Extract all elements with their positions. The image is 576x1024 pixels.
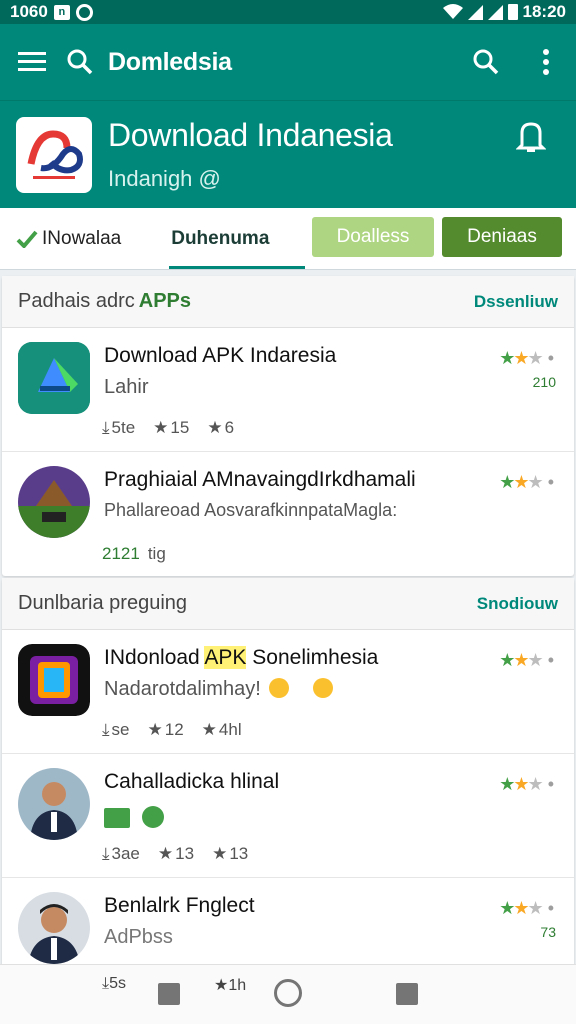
bell-icon[interactable] bbox=[515, 121, 547, 158]
app-header: Download Indanesia Indanigh @ bbox=[0, 100, 576, 208]
signal-icon bbox=[467, 4, 483, 20]
rating-stars: ★★★ • bbox=[499, 650, 554, 670]
star-icon: ★ bbox=[157, 844, 174, 863]
list-item[interactable]: Praghiaial AMnavaingdIrkdhamali Phallare… bbox=[2, 452, 574, 576]
menu-icon[interactable] bbox=[8, 38, 56, 86]
avatar bbox=[18, 892, 90, 964]
app-thumbnail bbox=[18, 466, 90, 538]
app-icon bbox=[18, 342, 90, 414]
item-meta: 2121 tig bbox=[102, 544, 166, 563]
star-icon: ★ bbox=[207, 418, 223, 437]
rating-count: 210 bbox=[532, 374, 556, 390]
rating-stars: ★★★ • bbox=[499, 348, 554, 368]
search-icon[interactable] bbox=[56, 38, 104, 86]
rating-stars: ★★★ • bbox=[499, 898, 554, 918]
star-icon: ★ bbox=[201, 720, 217, 739]
item-title: Praghiaial AMnavaingdIrkdhamali bbox=[104, 468, 416, 491]
item-meta: ⤓ 3ae ★ 13 ★ 13 bbox=[102, 844, 249, 863]
item-title: INdonload APK Sonelimhesia bbox=[104, 646, 379, 669]
section-header: Dunlbaria preguing Snodiouw bbox=[2, 578, 574, 630]
app-title: Download Indanesia bbox=[108, 117, 393, 153]
item-meta: ⤓ 5te ★ 15 ★ 6 bbox=[102, 418, 235, 437]
rating-count: 73 bbox=[540, 924, 556, 940]
recent-apps-icon[interactable] bbox=[158, 983, 180, 1005]
toolbar: Domledsia bbox=[0, 24, 576, 100]
download-icon: ⤓ bbox=[102, 418, 110, 437]
battery-icon bbox=[507, 4, 518, 20]
search-query[interactable]: Domledsia bbox=[108, 48, 232, 77]
app-icon bbox=[18, 644, 90, 716]
list-item[interactable]: Cahalladicka hlinal ⤓ 3ae ★ 13 ★ 13 ★★★ • bbox=[2, 754, 574, 878]
star-icon: ★ bbox=[153, 418, 169, 437]
overview-icon[interactable] bbox=[396, 983, 418, 1005]
status-text: 1060 bbox=[10, 2, 48, 21]
rating-stars: ★★★ • bbox=[499, 774, 554, 794]
item-subtitle: Phallareoad AosvarafkinnpataMagla: bbox=[104, 500, 398, 520]
search-icon-right[interactable] bbox=[462, 38, 510, 86]
list-item[interactable]: Download APK Indaresia Lahir ⤓ 5te ★ 15 ★ 6… bbox=[2, 328, 574, 452]
nav-text-mid: ★1h bbox=[214, 977, 247, 994]
app-subtitle: Indanigh @ bbox=[108, 166, 221, 191]
emoji-icon bbox=[268, 678, 289, 698]
section-card-1: Padhais adrc APPs Dssenliuw Download APK … bbox=[2, 276, 574, 576]
wifi-icon bbox=[442, 4, 463, 19]
tab-2-label: Duhenuma bbox=[171, 227, 270, 249]
item-badges bbox=[104, 806, 164, 834]
check-icon bbox=[16, 230, 38, 248]
section-card-2: Dunlbaria preguing Snodiouw INdonload AP… bbox=[2, 578, 574, 968]
section-title: Dunlbaria preguing bbox=[18, 592, 188, 614]
item-title: Cahalladicka hlinal bbox=[104, 770, 280, 793]
list-item[interactable]: Benlalrk Fnglect AdPbss ★★★ • 73 bbox=[2, 878, 574, 968]
tab-1-label: INowalaa bbox=[42, 227, 122, 249]
download-icon: ⤓ bbox=[102, 720, 110, 739]
filter-chip-1[interactable]: Doalless bbox=[312, 217, 434, 257]
star-icon: ★ bbox=[212, 844, 228, 863]
section-title: Padhais adrc APPs bbox=[18, 290, 191, 312]
section-link[interactable]: Snodiouw bbox=[477, 594, 558, 614]
rating-stars: ★★★ • bbox=[499, 472, 554, 492]
tab-1[interactable]: INowalaa bbox=[16, 208, 121, 269]
overflow-menu-icon[interactable] bbox=[522, 38, 570, 86]
status-bar: 1060 n 18:20 bbox=[0, 0, 576, 24]
bottom-nav-bar: ⤓5s ★1h bbox=[0, 964, 576, 1024]
tab-bar: INowalaa Duhenuma Doalless Deniaas bbox=[0, 208, 576, 270]
item-title: Benlalrk Fnglect bbox=[104, 894, 255, 917]
avatar bbox=[18, 768, 90, 840]
signal-icon-2 bbox=[487, 4, 503, 20]
star-icon: ★ bbox=[147, 720, 163, 739]
download-icon: ⤓ bbox=[102, 844, 110, 863]
clock: 18:20 bbox=[522, 2, 566, 21]
item-subtitle: AdPbss bbox=[104, 926, 173, 948]
emoji-icon bbox=[312, 678, 333, 698]
filter-chip-2[interactable]: Deniaas bbox=[442, 217, 562, 257]
app-logo bbox=[16, 116, 92, 193]
nav-text-left: ⤓5s bbox=[102, 975, 126, 992]
sync-icon bbox=[75, 3, 93, 21]
badge-icon bbox=[104, 808, 130, 828]
item-title: Download APK Indaresia bbox=[104, 344, 337, 367]
section-link[interactable]: Dssenliuw bbox=[474, 292, 558, 312]
item-subtitle: Nadarotdalimhay! bbox=[104, 678, 333, 701]
tab-2[interactable]: Duhenuma bbox=[169, 208, 306, 269]
list-item[interactable]: INdonload APK Sonelimhesia Nadarotdalimh… bbox=[2, 630, 574, 754]
item-meta: ⤓ se ★ 12 ★ 4hl bbox=[102, 720, 242, 739]
notification-icon: n bbox=[53, 4, 70, 20]
item-subtitle: Lahir bbox=[104, 376, 149, 398]
section-header: Padhais adrc APPs Dssenliuw bbox=[2, 276, 574, 328]
badge-circle-icon bbox=[142, 806, 164, 828]
home-icon[interactable] bbox=[274, 979, 302, 1007]
